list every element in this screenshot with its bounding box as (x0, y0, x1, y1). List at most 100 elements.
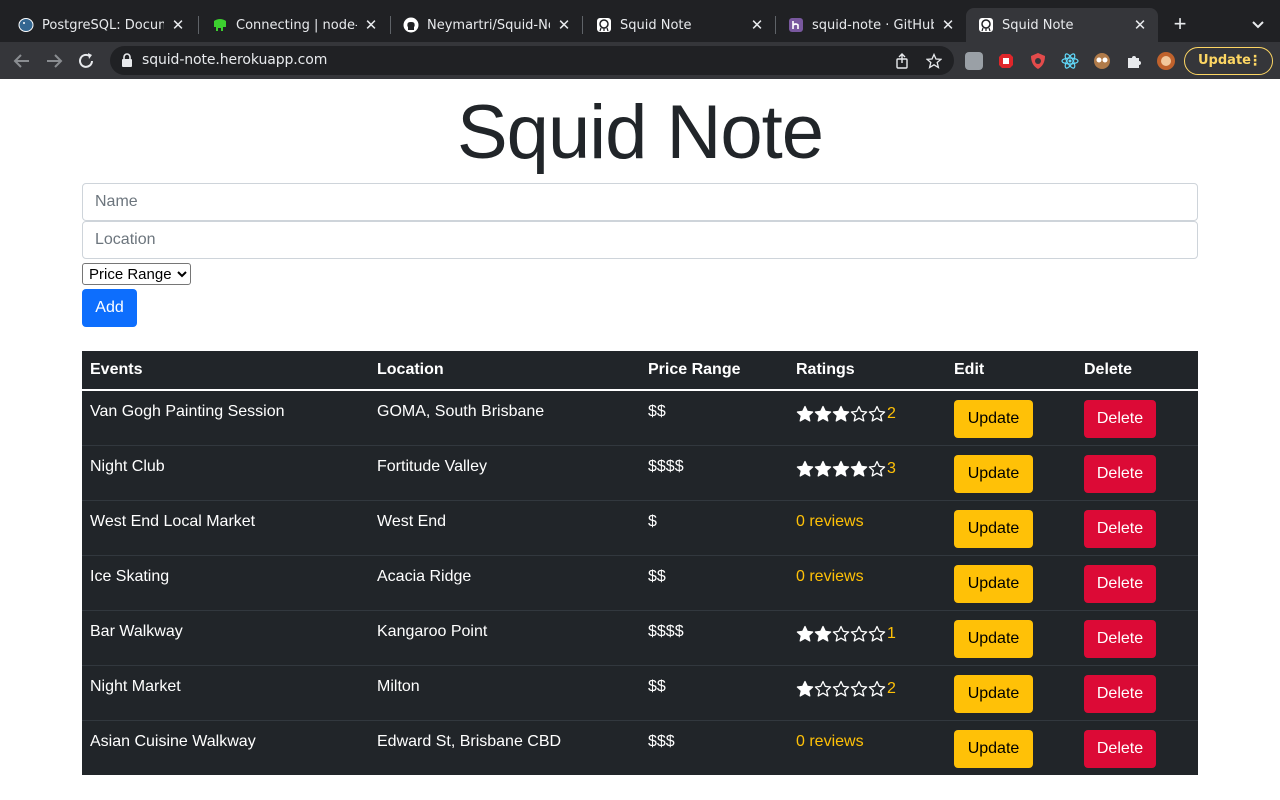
events-table-body: Van Gogh Painting Session GOMA, South Bri… (82, 390, 1198, 775)
event-delete-cell: Delete (1076, 610, 1198, 666)
update-button[interactable]: Update (954, 619, 1033, 658)
forward-arrow-icon[interactable] (43, 50, 65, 72)
star-filled-icon (814, 460, 832, 478)
event-delete-cell: Delete (1076, 720, 1198, 775)
event-name-cell: Night Club (82, 445, 369, 501)
event-price-cell: $$ (640, 665, 788, 721)
back-arrow-icon[interactable] (11, 50, 33, 72)
table-row[interactable]: Bar Walkway Kangaroo Point $$$$ 1 Update Dele… (82, 610, 1198, 666)
star-empty-icon (868, 625, 886, 643)
star-filled-icon (796, 405, 814, 423)
delete-button[interactable]: Delete (1084, 674, 1156, 713)
location-input[interactable] (82, 221, 1198, 259)
star-empty-icon (868, 460, 886, 478)
more-vertical-icon[interactable]: ⋮ (1248, 48, 1262, 74)
squid-note-icon (978, 17, 994, 33)
update-button[interactable]: Update (954, 564, 1033, 603)
review-count: 2 (887, 405, 896, 422)
browser-tab-active[interactable]: Squid Note ✕ (966, 8, 1158, 42)
close-icon[interactable]: ✕ (556, 17, 572, 33)
event-delete-cell: Delete (1076, 390, 1198, 446)
event-price-cell: $$ (640, 555, 788, 611)
tab-title: Squid Note (1002, 17, 1074, 33)
update-button[interactable]: Update (954, 509, 1033, 548)
shield-icon[interactable] (1029, 52, 1047, 70)
extension-icon[interactable] (965, 52, 983, 70)
browser-update-button[interactable]: Update ⋮ (1184, 47, 1273, 75)
event-price-cell: $$$$ (640, 445, 788, 501)
adblock-hand-icon[interactable] (997, 52, 1015, 70)
close-icon[interactable]: ✕ (749, 17, 765, 33)
star-filled-icon (814, 405, 832, 423)
update-button[interactable]: Update (954, 674, 1033, 713)
star-rating: 2 (796, 405, 896, 423)
browser-tab[interactable]: Squid Note ✕ (578, 8, 775, 42)
event-price-cell: $$$ (648, 732, 675, 750)
tab-title: squid-note · GitHub | H (812, 17, 934, 33)
header-events: Events (82, 351, 369, 391)
update-button[interactable]: Update (954, 454, 1033, 493)
star-filled-icon (832, 405, 850, 423)
star-rating: 1 (796, 625, 896, 643)
browser-tab[interactable]: Connecting | node-po ✕ (196, 8, 389, 42)
bookmark-star-icon[interactable] (925, 52, 943, 69)
no-reviews-label: 0 reviews (796, 732, 864, 750)
close-icon[interactable]: ✕ (940, 17, 956, 33)
lock-icon[interactable] (120, 53, 134, 68)
delete-button[interactable]: Delete (1084, 509, 1156, 548)
events-table: Events Location Price Range Ratings Edit… (82, 351, 1198, 775)
tab-title: Squid Note (620, 17, 692, 33)
event-location-cell: GOMA, South Brisbane (369, 390, 640, 446)
header-ratings: Ratings (788, 351, 946, 391)
event-location-cell: West End (369, 500, 640, 556)
delete-button[interactable]: Delete (1084, 564, 1156, 603)
star-rating: 3 (796, 460, 896, 478)
name-input[interactable] (82, 183, 1198, 221)
browser-tab[interactable]: squid-note · GitHub | H ✕ (770, 8, 966, 42)
table-row[interactable]: Night Market Milton $$ 2 Update Delete (82, 665, 1198, 721)
event-rating-cell: 0 reviews (788, 720, 946, 775)
header-location: Location (369, 351, 640, 391)
event-edit-cell: Update (946, 610, 1076, 666)
profile-avatar-icon[interactable] (1157, 52, 1175, 70)
event-location-cell: Acacia Ridge (369, 555, 640, 611)
delete-button[interactable]: Delete (1084, 729, 1156, 768)
tab-title: Neymartri/Squid-Note (427, 17, 550, 33)
event-location-cell: Edward St, Brisbane CBD (377, 732, 562, 750)
close-icon[interactable]: ✕ (363, 17, 379, 33)
delete-button[interactable]: Delete (1084, 400, 1156, 438)
share-icon[interactable] (894, 53, 910, 69)
tab-search-chevron-icon[interactable] (1248, 14, 1268, 34)
url-text[interactable]: squid-note.herokuapp.com (142, 52, 327, 68)
close-icon[interactable]: ✕ (1132, 17, 1148, 33)
table-row[interactable]: Van Gogh Painting Session GOMA, South Bri… (82, 390, 1198, 446)
star-filled-icon (796, 625, 814, 643)
price-range-select[interactable]: Price Range (82, 263, 191, 285)
no-reviews-label: 0 reviews (796, 512, 864, 530)
add-button[interactable]: Add (82, 289, 137, 327)
reload-icon[interactable] (75, 50, 97, 72)
no-reviews-label: 0 reviews (796, 567, 864, 585)
star-empty-icon (832, 625, 850, 643)
update-button[interactable]: Update (954, 729, 1033, 768)
delete-button[interactable]: Delete (1084, 619, 1156, 658)
puzzle-icon[interactable] (1125, 52, 1143, 70)
new-tab-plus-icon[interactable]: + (1168, 13, 1192, 37)
event-name-cell: Van Gogh Painting Session (82, 390, 369, 446)
header-edit: Edit (946, 351, 1076, 391)
owl-extension-icon[interactable] (1093, 52, 1111, 70)
address-bar[interactable]: squid-note.herokuapp.com (110, 46, 954, 75)
event-location-cell: Milton (369, 665, 640, 721)
table-row[interactable]: Asian Cuisine Walkway Edward St, Brisbane… (82, 720, 1198, 775)
table-row[interactable]: West End Local Market West End $0 reviews U… (82, 500, 1198, 556)
browser-tab[interactable]: PostgreSQL: Documen ✕ (0, 8, 196, 42)
delete-button[interactable]: Delete (1084, 454, 1156, 493)
react-devtools-icon[interactable] (1061, 52, 1079, 70)
update-button[interactable]: Update (954, 400, 1033, 438)
review-count: 1 (887, 624, 896, 642)
browser-tab[interactable]: Neymartri/Squid-Note ✕ (389, 8, 582, 42)
browser-toolbar: squid-note.herokuapp.com Update ⋮ (0, 42, 1280, 79)
close-icon[interactable]: ✕ (170, 17, 186, 33)
table-row[interactable]: Ice Skating Acacia Ridge $$ 0 reviews Update… (82, 555, 1198, 611)
table-row[interactable]: Night Club Fortitude Valley $$$$ 3 Update Del… (82, 445, 1198, 501)
